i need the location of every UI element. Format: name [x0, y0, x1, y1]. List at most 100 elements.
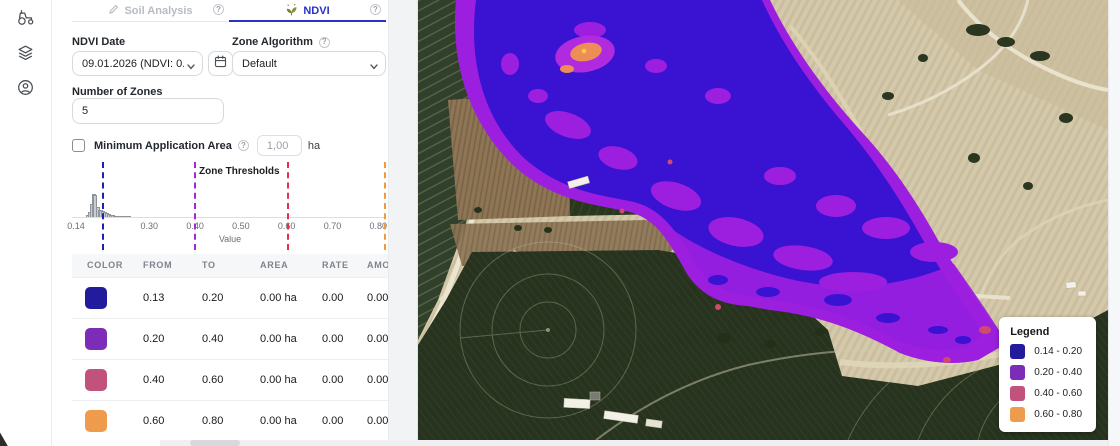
ndvi-date-select[interactable]: 09.01.2026 (NDVI: 0.194	[72, 51, 203, 76]
zone-threshold-line[interactable]	[384, 162, 386, 250]
sprout-icon	[285, 3, 298, 19]
legend-color-swatch	[1010, 407, 1025, 422]
zone-color-swatch[interactable]	[85, 410, 107, 432]
table-cell-to: 0.80	[202, 400, 260, 441]
min-area-unit: ha	[308, 140, 320, 152]
table-cell-from: 0.20	[143, 318, 202, 359]
table-cell-amount: 0.00	[367, 359, 388, 400]
zone-threshold-line[interactable]	[194, 162, 196, 250]
chevron-down-icon	[370, 61, 378, 73]
chevron-down-icon	[187, 61, 195, 73]
tractor-icon	[16, 8, 35, 32]
legend-label: 0.60 - 0.80	[1034, 409, 1082, 420]
table-column-header: TO	[202, 254, 260, 277]
account-icon	[16, 78, 35, 102]
table-cell-area: 0.00 ha	[260, 359, 322, 400]
chart-title: Zone Thresholds	[199, 166, 280, 177]
zone-threshold-line[interactable]	[102, 162, 104, 250]
table-row[interactable]: 0.130.200.00 ha0.000.00	[72, 277, 388, 318]
table-cell-rate: 0.00	[322, 277, 367, 318]
help-icon[interactable]: ?	[213, 4, 224, 15]
table-column-header: RATE	[322, 254, 367, 277]
calendar-button[interactable]	[208, 51, 233, 76]
zone-threshold-line[interactable]	[287, 162, 289, 250]
table-cell-to: 0.60	[202, 359, 260, 400]
ndvi-histogram: Zone Thresholds Value 0.140.300.400.500.…	[72, 162, 388, 252]
min-application-area-row: Minimum Application Area ? 1,00 ha	[72, 135, 320, 156]
table-cell-from: 0.13	[143, 277, 202, 318]
zones-table: COLORFROMTOAREARATEAMOUNT 0.130.200.00 h…	[72, 254, 388, 441]
axis-tick-label: 0.50	[232, 221, 250, 231]
help-icon[interactable]: ?	[238, 140, 249, 151]
legend-label: 0.20 - 0.40	[1034, 367, 1082, 378]
chart-x-axis-label: Value	[219, 234, 241, 244]
table-cell-area: 0.00 ha	[260, 318, 322, 359]
zone-algorithm-select[interactable]: Default	[232, 51, 386, 76]
table-cell-to: 0.20	[202, 277, 260, 318]
legend-color-swatch	[1010, 386, 1025, 401]
pencil-icon	[108, 4, 119, 18]
min-area-input[interactable]: 1,00	[257, 135, 302, 156]
help-icon[interactable]: ?	[370, 4, 381, 15]
legend-color-swatch	[1010, 365, 1025, 380]
table-row[interactable]: 0.400.600.00 ha0.000.00	[72, 359, 388, 400]
table-cell-area: 0.00 ha	[260, 400, 322, 441]
table-cell-rate: 0.00	[322, 400, 367, 441]
table-cell-from: 0.40	[143, 359, 202, 400]
tab-soil-analysis[interactable]: Soil Analysis ?	[72, 0, 229, 21]
zone-settings-panel: Soil Analysis ? NDVI ? NDVI Date Zone Al…	[53, 0, 388, 446]
table-column-header: FROM	[143, 254, 202, 277]
sidebar-item-account[interactable]	[13, 77, 39, 103]
vertical-scrollbar[interactable]	[1108, 0, 1120, 446]
zone-color-swatch[interactable]	[85, 328, 107, 350]
table-cell-to: 0.40	[202, 318, 260, 359]
zone-color-swatch[interactable]	[85, 287, 107, 309]
table-header: COLORFROMTOAREARATEAMOUNT	[72, 254, 388, 277]
table-cell-amount: 0.00	[367, 318, 388, 359]
zone-algorithm-label: Zone Algorithm ?	[232, 36, 330, 48]
legend-item: 0.14 - 0.20	[1010, 344, 1082, 359]
axis-tick-label: 0.70	[324, 221, 342, 231]
table-cell-rate: 0.00	[322, 318, 367, 359]
table-column-header: AREA	[260, 254, 322, 277]
table-row[interactable]: 0.200.400.00 ha0.000.00	[72, 318, 388, 359]
satellite-map[interactable]: Legend 0.14 - 0.20 0.20 - 0.40 0.40 - 0.60…	[418, 0, 1108, 440]
tab-ndvi[interactable]: NDVI ?	[229, 0, 386, 21]
legend-label: 0.40 - 0.60	[1034, 388, 1082, 399]
legend-title: Legend	[1010, 326, 1082, 338]
tab-label: Soil Analysis	[124, 5, 192, 17]
table-cell-amount: 0.00	[367, 277, 388, 318]
scrollbar-thumb[interactable]	[190, 440, 240, 446]
table-row[interactable]: 0.600.800.00 ha0.000.00	[72, 400, 388, 441]
sidebar-item-layers[interactable]	[13, 42, 39, 68]
panel-tabs: Soil Analysis ? NDVI ?	[72, 0, 386, 22]
table-cell-area: 0.00 ha	[260, 277, 322, 318]
min-area-checkbox[interactable]	[72, 139, 85, 152]
tab-label: NDVI	[303, 5, 329, 17]
axis-tick-label: 0.14	[67, 221, 85, 231]
help-icon[interactable]: ?	[319, 37, 330, 48]
panel-map-divider	[388, 0, 418, 446]
legend-item: 0.60 - 0.80	[1010, 407, 1082, 422]
number-of-zones-label: Number of Zones	[72, 86, 162, 98]
number-of-zones-input[interactable]: 5	[72, 98, 224, 124]
axis-tick-label: 0.30	[141, 221, 159, 231]
chart-baseline	[72, 217, 384, 218]
table-cell-from: 0.60	[143, 400, 202, 441]
legend-item: 0.40 - 0.60	[1010, 386, 1082, 401]
table-column-header: AMOUNT	[367, 254, 388, 277]
histogram-bar	[127, 216, 131, 217]
legend-item: 0.20 - 0.40	[1010, 365, 1082, 380]
zone-color-swatch[interactable]	[85, 369, 107, 391]
map-legend: Legend 0.14 - 0.20 0.20 - 0.40 0.40 - 0.60…	[999, 317, 1096, 432]
ndvi-date-label: NDVI Date	[72, 36, 125, 48]
table-cell-amount: 0.00	[367, 400, 388, 441]
zones-table-container: COLORFROMTOAREARATEAMOUNT 0.130.200.00 h…	[72, 254, 388, 446]
table-column-header: COLOR	[72, 254, 143, 277]
legend-color-swatch	[1010, 344, 1025, 359]
sidebar-item-farm[interactable]	[13, 7, 39, 33]
horizontal-scrollbar[interactable]	[160, 440, 1108, 446]
calendar-icon	[214, 55, 227, 73]
min-area-label: Minimum Application Area	[94, 140, 232, 152]
app-sidebar	[0, 0, 52, 446]
